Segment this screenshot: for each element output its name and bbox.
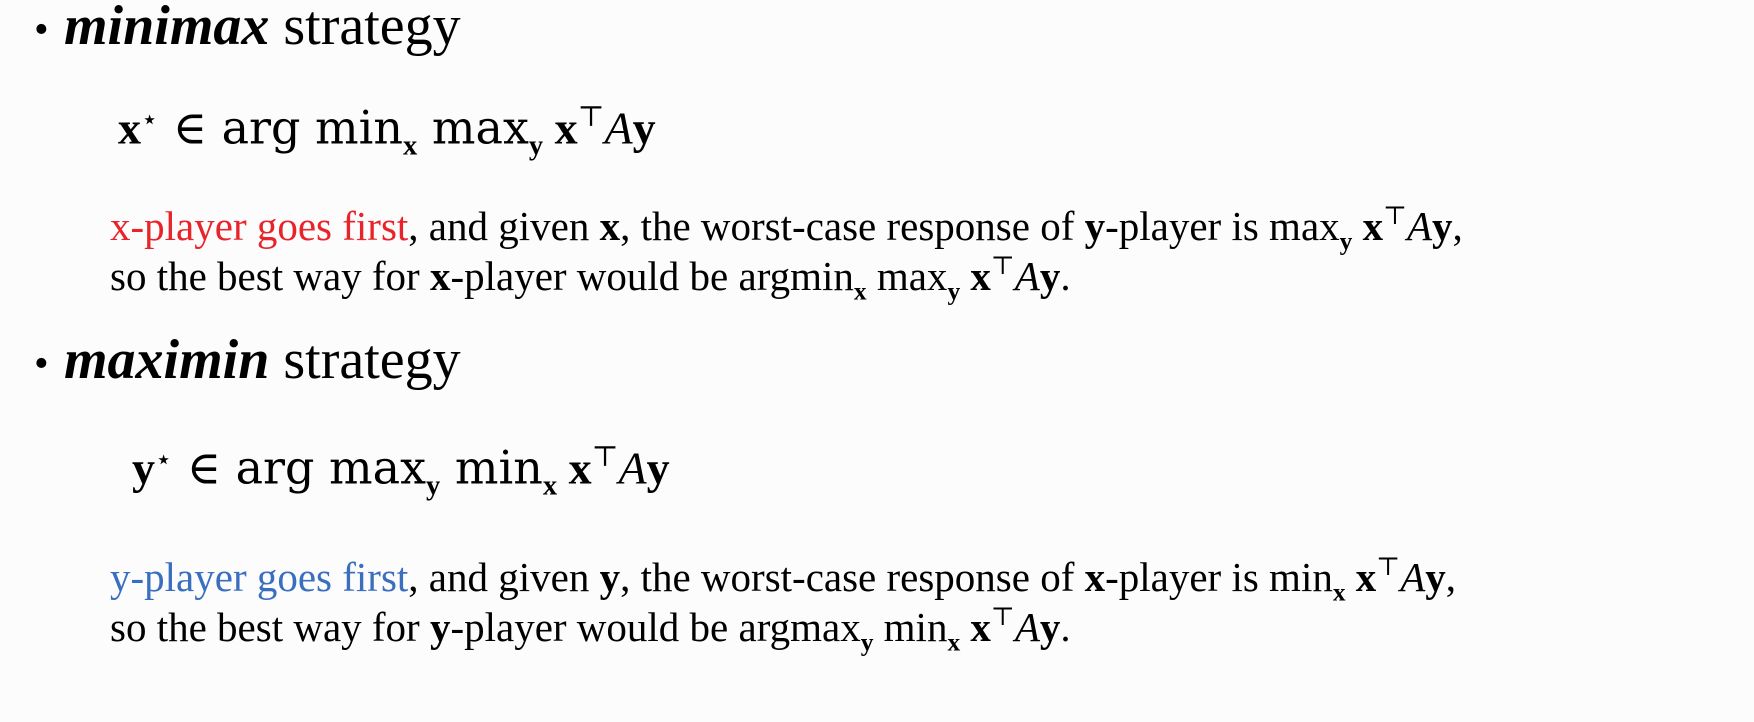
matrix-A: A: [1014, 252, 1040, 299]
transpose: ⊤: [990, 252, 1015, 280]
var-x: x: [1352, 202, 1384, 249]
eq-sub-x: x: [542, 470, 558, 502]
text: -player would be argmin: [450, 252, 854, 299]
maximin-explanation-line2: so the best way for y-player would be ar…: [110, 591, 1071, 668]
text: -player is min: [1105, 553, 1333, 600]
sub-x: x: [947, 628, 961, 657]
text: so the best way for: [110, 252, 430, 299]
eq-x: x: [557, 442, 592, 494]
eq-y: y: [632, 102, 656, 154]
heading-minimax-rest: strategy: [269, 0, 461, 57]
bullet-minimax: •: [34, 7, 49, 53]
transpose: ⊤: [1383, 202, 1407, 230]
heading-maximin: maximin strategy: [64, 328, 461, 392]
eq-sub-x: x: [403, 130, 418, 162]
eq-A: A: [604, 102, 633, 154]
var-x: x: [1084, 553, 1106, 600]
equation-minimax: x⋆ ∈ arg minx maxy x⊤Ay: [118, 100, 656, 163]
matrix-A: A: [1014, 603, 1040, 650]
var-y: y: [1039, 603, 1061, 650]
heading-maximin-rest: strategy: [269, 329, 461, 391]
eq-max: max: [417, 100, 529, 155]
eq-in-argmax: ∈ arg max: [172, 440, 427, 495]
equation-maximin: y⋆ ∈ arg maxy minx x⊤Ay: [132, 440, 670, 503]
var-x: x: [960, 603, 991, 650]
var-x: x: [1345, 553, 1377, 600]
var-y: y: [429, 603, 451, 650]
punct: .: [1060, 252, 1071, 299]
var-y: y: [1425, 553, 1446, 600]
text: -player is max: [1105, 202, 1340, 249]
var-y: y: [1084, 202, 1106, 249]
heading-maximin-em: maximin: [64, 329, 270, 391]
eq-transpose: ⊤: [591, 442, 619, 473]
sub-y: y: [1339, 227, 1353, 256]
eq-y: y: [646, 442, 670, 494]
eq-star: ⋆: [141, 103, 159, 135]
matrix-A: A: [1407, 202, 1433, 249]
heading-minimax: minimax strategy: [64, 0, 461, 58]
eq-x: x: [543, 102, 578, 154]
text: max: [866, 252, 948, 299]
punct: .: [1060, 603, 1071, 650]
matrix-A: A: [1400, 553, 1426, 600]
eq-sub-y: y: [528, 130, 544, 162]
minimax-explanation-line2: so the best way for x-player would be ar…: [110, 240, 1071, 317]
eq-lhs: y: [132, 442, 155, 494]
punct: ,: [1445, 553, 1456, 600]
eq-A: A: [618, 442, 647, 494]
var-y: y: [1432, 202, 1453, 249]
sub-x: x: [853, 277, 867, 306]
eq-min: min: [440, 440, 543, 495]
var-y: y: [1039, 252, 1061, 299]
eq-star: ⋆: [155, 443, 173, 475]
bullet-maximin: •: [34, 341, 49, 387]
var-x: x: [429, 252, 451, 299]
eq-transpose: ⊤: [577, 102, 605, 133]
eq-lhs: x: [118, 102, 141, 154]
punct: ,: [1452, 202, 1463, 249]
eq-in-argmin: ∈ arg min: [158, 100, 404, 155]
sub-x: x: [1332, 578, 1346, 607]
text: min: [873, 603, 948, 650]
transpose: ⊤: [1376, 553, 1401, 581]
eq-sub-y: y: [426, 470, 441, 502]
sub-y: y: [860, 628, 874, 657]
heading-minimax-em: minimax: [64, 0, 270, 57]
text: -player would be argmax: [450, 603, 861, 650]
text: so the best way for: [110, 603, 430, 650]
sub-y: y: [947, 277, 961, 306]
transpose: ⊤: [990, 603, 1015, 631]
var-x: x: [960, 252, 991, 299]
